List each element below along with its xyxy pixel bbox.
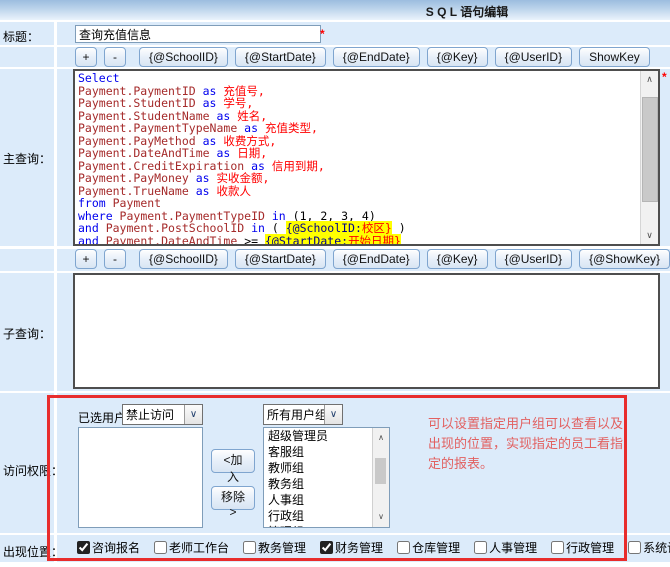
main-query-editor[interactable]: SelectPayment.PaymentID as 充值号,Payment.S… <box>73 69 660 246</box>
scroll-up-icon[interactable]: ∧ <box>373 430 389 446</box>
label-column-divider <box>54 22 57 562</box>
position-checkbox-label: 系统设置 <box>643 539 670 556</box>
access-rights-label: 访问权限： <box>3 462 63 479</box>
editor-scrollbar[interactable]: ∧ ∨ <box>640 71 658 244</box>
position-checkbox[interactable] <box>320 541 333 554</box>
position-checkbox-item[interactable]: 人事管理 <box>474 539 537 556</box>
param-buttons-top: +-{@SchoolID} {@StartDate} {@EndDate} {@Key… <box>75 47 650 67</box>
group-list-item[interactable]: 行政组 <box>264 508 373 524</box>
param-button[interactable]: {@Key} <box>427 249 488 269</box>
param-button[interactable]: - <box>104 249 126 269</box>
param-button[interactable]: - <box>104 47 126 67</box>
param-button[interactable]: {@SchoolID} <box>139 249 228 269</box>
scroll-down-icon[interactable]: ∨ <box>373 509 389 525</box>
divider <box>0 20 670 22</box>
param-button[interactable]: {@UserID} <box>495 47 573 67</box>
access-note: 可以设置指定用户组可以查看以及 出现的位置，实现指定的员工看指 定的报表。 <box>428 414 636 474</box>
param-button[interactable]: ShowKey <box>579 47 650 67</box>
group-list-item[interactable]: 超级管理员 <box>264 428 373 444</box>
sql-code: SelectPayment.PaymentID as 充值号,Payment.S… <box>78 72 640 246</box>
param-button[interactable]: {@Key} <box>427 47 488 67</box>
group-list-item[interactable]: 管理组 <box>264 524 373 528</box>
required-asterisk: * <box>320 27 325 41</box>
scroll-down-icon[interactable]: ∨ <box>641 227 658 244</box>
sub-query-label: 子查询： <box>3 325 51 342</box>
title-label: 标题： <box>3 28 39 45</box>
all-groups-value: 所有用户组 <box>264 406 324 423</box>
group-list: 超级管理员客服组教师组教务组人事组行政组管理组 <box>264 428 373 528</box>
position-checkbox[interactable] <box>551 541 564 554</box>
dropdown-arrow-icon[interactable]: ∨ <box>324 405 342 424</box>
param-button[interactable]: + <box>75 47 97 67</box>
scrollbar-thumb[interactable] <box>642 97 658 202</box>
param-button[interactable]: {@StartDate} <box>235 47 326 67</box>
position-checkbox-label: 仓库管理 <box>412 539 460 556</box>
position-label: 出现位置： <box>3 543 63 560</box>
param-button[interactable]: {@EndDate} <box>333 249 420 269</box>
scrollbar-thumb[interactable] <box>375 458 386 484</box>
group-list-item[interactable]: 教师组 <box>264 460 373 476</box>
sub-query-editor[interactable] <box>73 273 660 389</box>
param-buttons-bottom: +-{@SchoolID} {@StartDate} {@EndDate} {@Key… <box>75 249 670 269</box>
position-checkbox-item[interactable]: 行政管理 <box>551 539 614 556</box>
position-checkbox[interactable] <box>474 541 487 554</box>
title-input[interactable] <box>75 25 321 43</box>
position-checkbox-label: 教务管理 <box>258 539 306 556</box>
group-list-item[interactable]: 教务组 <box>264 476 373 492</box>
dropdown-arrow-icon[interactable]: ∨ <box>184 405 202 424</box>
param-button[interactable]: {@UserID} <box>495 249 573 269</box>
position-checkbox-item[interactable]: 仓库管理 <box>397 539 460 556</box>
divider <box>0 391 670 393</box>
position-checkbox[interactable] <box>243 541 256 554</box>
main-query-label: 主查询： <box>3 150 51 167</box>
header-bar: S Q L 语句编辑 <box>0 0 670 20</box>
sql-editor-page: S Q L 语句编辑 标题： 主查询： 子查询： 访问权限： 出现位置： * +… <box>0 0 670 567</box>
position-checkbox-item[interactable]: 财务管理 <box>320 539 383 556</box>
param-button[interactable]: {@SchoolID} <box>139 47 228 67</box>
required-asterisk: * <box>662 70 667 84</box>
position-checkbox[interactable] <box>77 541 90 554</box>
deny-access-value: 禁止访问 <box>123 406 184 423</box>
groups-scrollbar[interactable]: ∧ ∨ <box>372 428 389 527</box>
param-button[interactable]: {@ShowKey} <box>579 249 670 269</box>
position-checkbox-label: 咨询报名 <box>92 539 140 556</box>
selected-users-listbox[interactable] <box>78 427 203 528</box>
position-checkboxes: 咨询报名 老师工作台 教务管理 财务管理 仓库管理 人事管理 行政管理 系统设置 <box>77 539 670 556</box>
position-checkbox-item[interactable]: 咨询报名 <box>77 539 140 556</box>
footer-spacer <box>0 562 670 567</box>
sql-code-line: and Payment.DateAndTime >= {@StartDate:开… <box>78 235 640 247</box>
page-title: S Q L 语句编辑 <box>426 3 508 20</box>
remove-button[interactable]: 移除> <box>211 486 255 510</box>
group-list-item[interactable]: 人事组 <box>264 492 373 508</box>
all-groups-dropdown[interactable]: 所有用户组 ∨ <box>263 404 343 425</box>
param-button[interactable]: + <box>75 249 97 269</box>
position-checkbox-item[interactable]: 系统设置 <box>628 539 670 556</box>
groups-listbox[interactable]: 超级管理员客服组教师组教务组人事组行政组管理组 ∧ ∨ <box>263 427 390 528</box>
divider <box>0 533 670 535</box>
position-checkbox-label: 老师工作台 <box>169 539 229 556</box>
scroll-up-icon[interactable]: ∧ <box>641 71 658 88</box>
group-list-item[interactable]: 客服组 <box>264 444 373 460</box>
sql-code-line: Payment.TrueName as 收款人 <box>78 185 640 198</box>
position-checkbox-label: 财务管理 <box>335 539 383 556</box>
position-checkbox[interactable] <box>397 541 410 554</box>
position-checkbox[interactable] <box>154 541 167 554</box>
param-button[interactable]: {@StartDate} <box>235 249 326 269</box>
position-checkbox-item[interactable]: 老师工作台 <box>154 539 229 556</box>
position-checkbox[interactable] <box>628 541 641 554</box>
param-button[interactable]: {@EndDate} <box>333 47 420 67</box>
position-checkbox-item[interactable]: 教务管理 <box>243 539 306 556</box>
position-checkbox-label: 行政管理 <box>566 539 614 556</box>
position-checkbox-label: 人事管理 <box>489 539 537 556</box>
add-button[interactable]: <加入 <box>211 449 255 473</box>
deny-access-dropdown[interactable]: 禁止访问 ∨ <box>122 404 203 425</box>
